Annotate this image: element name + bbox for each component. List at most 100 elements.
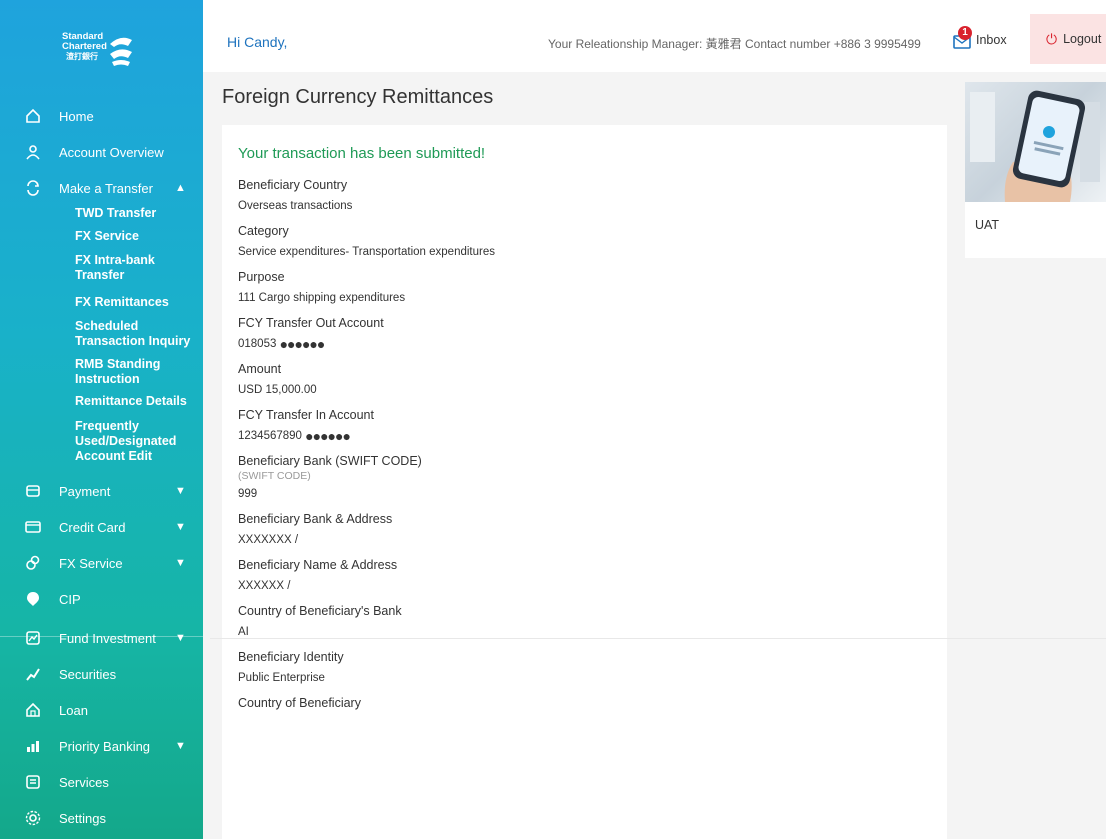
chevron-down-icon[interactable]: ▼	[175, 485, 186, 497]
submenu-item-rmb-standing-instruction[interactable]: RMB Standing Instruction	[0, 357, 170, 389]
standard-chartered-logo[interactable]: Standard Chartered 渣打銀行	[62, 32, 152, 74]
sidebar-item-fund-investment[interactable]: Fund Investment ▼	[0, 620, 203, 656]
submenu-item-remittance-details[interactable]: Remittance Details	[0, 394, 203, 415]
submenu-item-frequently-used-account-edit[interactable]: Frequently Used/Designated Account Edit	[0, 419, 176, 467]
submenu-item-fx-remittances[interactable]: FX Remittances	[0, 295, 203, 316]
relationship-manager-info: Your Releationship Manager: 黃雅君 Contact …	[548, 37, 921, 51]
chevron-up-icon[interactable]: ▲	[175, 182, 186, 194]
securities-icon	[24, 665, 42, 683]
field-value: Service expenditures- Transportation exp…	[238, 246, 495, 258]
services-icon	[24, 773, 42, 791]
field-category: Category Service expenditures- Transport…	[238, 223, 928, 260]
sidebar-item-label: Settings	[59, 810, 106, 826]
sidebar-item-label: FX Service	[59, 555, 123, 571]
sidebar-item-cip[interactable]: CIP	[0, 581, 203, 617]
envelope-icon: 1	[952, 26, 974, 50]
field-label: Country of Beneficiary	[238, 696, 361, 711]
sidebar-item-label: Loan	[59, 702, 88, 718]
field-country-of-beneficiary-bank: Country of Beneficiary's Bank AI	[238, 603, 928, 640]
sidebar-item-home[interactable]: Home	[0, 98, 203, 134]
inbox-label: Inbox	[976, 33, 1007, 47]
submenu-item-twd-transfer[interactable]: TWD Transfer	[0, 206, 203, 227]
content-divider	[210, 638, 1106, 639]
logout-label: Logout	[1063, 32, 1102, 46]
promo-image	[965, 82, 1106, 202]
field-label: Purpose	[238, 270, 285, 284]
sidebar-item-label: Home	[59, 108, 94, 124]
inbox-count-badge: 1	[958, 26, 972, 40]
chevron-down-icon[interactable]: ▼	[175, 557, 186, 569]
field-beneficiary-identity: Beneficiary Identity Public Enterprise	[238, 649, 928, 686]
field-label: FCY Transfer Out Account	[238, 316, 384, 330]
field-value: 1234567890 ●●●●●●	[238, 428, 928, 444]
field-fcy-transfer-in-account: FCY Transfer In Account 1234567890 ●●●●●…	[238, 407, 928, 444]
sidebar-item-label: CIP	[59, 591, 81, 607]
field-fcy-transfer-out-account: FCY Transfer Out Account 018053 ●●●●●●	[238, 315, 928, 352]
sidebar-item-label: Fund Investment	[59, 630, 156, 646]
top-header: Hi Candy, Your Releationship Manager: 黃雅…	[203, 0, 1106, 72]
sidebar-item-loan[interactable]: Loan	[0, 692, 203, 728]
sidebar-item-fx-service[interactable]: FX Service ▼	[0, 545, 203, 581]
account-number: 1234567890	[238, 430, 302, 443]
sidebar-item-securities[interactable]: Securities	[0, 656, 203, 692]
field-value: Public Enterprise	[238, 672, 325, 685]
chevron-down-icon[interactable]: ▼	[175, 740, 186, 752]
field-label: Beneficiary Bank (SWIFT CODE)	[238, 454, 422, 469]
field-sublabel: (SWIFT CODE)	[238, 470, 311, 483]
sidebar-item-label: Priority Banking	[59, 738, 151, 754]
user-icon	[24, 143, 42, 161]
sidebar-item-priority-banking[interactable]: Priority Banking ▼	[0, 728, 203, 764]
loan-icon	[24, 701, 42, 719]
priority-icon	[24, 737, 42, 755]
fund-icon	[24, 629, 42, 647]
submenu-item-fx-intra-bank-transfer[interactable]: FX Intra-bank Transfer	[0, 253, 170, 285]
submenu-item-fx-service[interactable]: FX Service	[0, 229, 203, 250]
phone-in-hand-icon	[970, 90, 1100, 202]
promo-label: UAT	[975, 218, 1000, 232]
chevron-down-icon[interactable]: ▼	[175, 632, 186, 644]
success-message: Your transaction has been submitted!	[238, 145, 486, 162]
wallet-icon	[24, 482, 42, 500]
account-number: 018053	[238, 338, 277, 351]
field-label: Beneficiary Identity	[238, 650, 344, 665]
masked-digits: ●●●●●●	[279, 336, 326, 352]
sidebar-item-credit-card[interactable]: Credit Card ▼	[0, 509, 203, 545]
inbox-button[interactable]: 1 Inbox	[952, 26, 1007, 50]
field-purpose: Purpose 111 Cargo shipping expenditures	[238, 269, 928, 306]
masked-digits: ●●●●●●	[305, 428, 351, 445]
fx-icon	[24, 554, 42, 572]
credit-card-icon	[24, 518, 42, 536]
sidebar-item-account-overview[interactable]: Account Overview	[0, 134, 203, 170]
chevron-down-icon[interactable]: ▼	[175, 521, 186, 533]
confirmation-panel: Your transaction has been submitted! Ben…	[222, 125, 947, 839]
transaction-details: Beneficiary Country Overseas transaction…	[238, 177, 928, 721]
sidebar-item-payment[interactable]: Payment ▼	[0, 473, 203, 509]
sidebar-item-label: Securities	[59, 666, 117, 682]
sidebar-item-label: Services	[59, 774, 109, 790]
submenu-item-scheduled-transaction-inquiry[interactable]: Scheduled Transaction Inquiry	[0, 319, 203, 351]
sidebar: Standard Chartered 渣打銀行 Home Account Ove…	[0, 0, 203, 839]
field-label: Amount	[238, 362, 282, 377]
field-label: Country of Beneficiary's Bank	[238, 604, 402, 619]
sidebar-item-label: Make a Transfer	[59, 180, 153, 196]
sidebar-item-services[interactable]: Services	[0, 764, 203, 800]
sidebar-nav: Home Account Overview Make a Transfer ▲ …	[0, 98, 203, 836]
sidebar-item-label: Credit Card	[59, 519, 126, 535]
field-label: Beneficiary Country	[238, 178, 348, 192]
sidebar-divider	[0, 636, 203, 637]
greeting-text: Hi Candy,	[227, 34, 288, 50]
sidebar-item-settings[interactable]: Settings	[0, 800, 203, 836]
promo-card[interactable]: UAT	[965, 82, 1106, 258]
field-label: Beneficiary Name & Address	[238, 558, 398, 573]
cip-icon	[24, 590, 42, 608]
field-country-of-beneficiary: Country of Beneficiary	[238, 695, 928, 712]
sidebar-item-make-a-transfer[interactable]: Make a Transfer ▲	[0, 170, 203, 206]
logo-mark-icon	[110, 37, 132, 66]
field-label: Beneficiary Bank & Address	[238, 512, 393, 527]
logo-line-2: Chartered	[62, 41, 107, 52]
field-value: XXXXXX /	[238, 580, 291, 593]
logout-button[interactable]: ⏻ Logout	[1030, 14, 1106, 64]
field-value: XXXXXXX /	[238, 534, 299, 547]
field-value: Overseas transactions	[238, 200, 353, 212]
field-value: 018053 ●●●●●●	[238, 336, 928, 352]
